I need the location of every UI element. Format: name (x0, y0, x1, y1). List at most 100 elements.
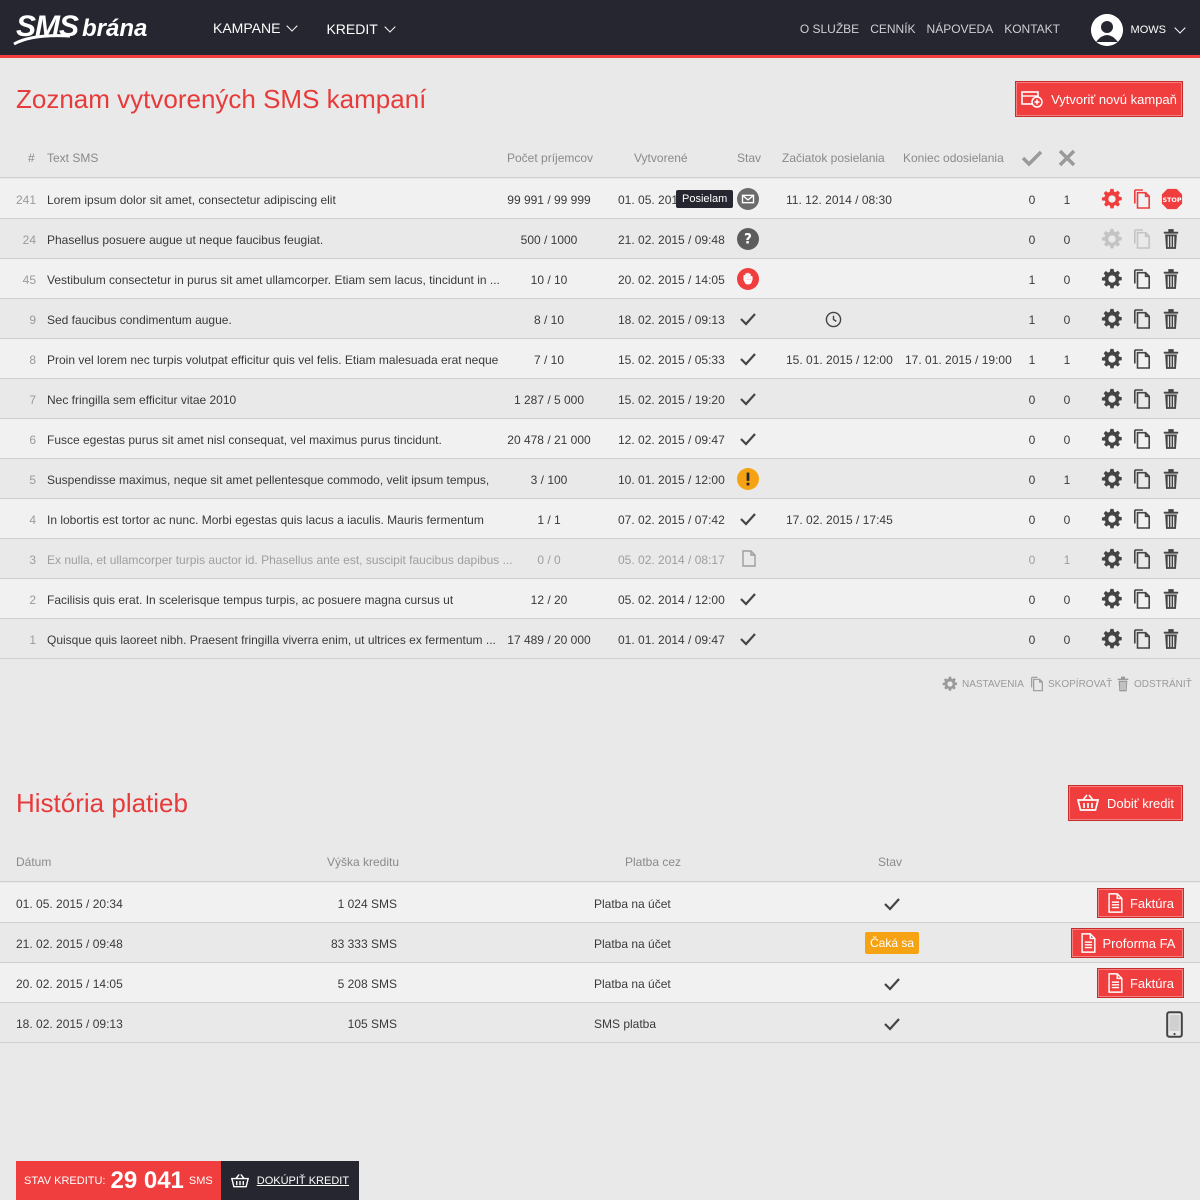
gear-icon[interactable] (1101, 628, 1123, 650)
invoice-button[interactable]: Proforma FA (1071, 928, 1184, 958)
trash-icon[interactable] (1162, 228, 1180, 250)
new-campaign-button[interactable]: Vytvoriť novú kampaň (1015, 81, 1183, 117)
copy-icon[interactable] (1133, 268, 1151, 290)
table-row[interactable]: 3 Ex nulla, et ullamcorper turpis auctor … (0, 539, 1200, 579)
new-campaign-label: Vytvoriť novú kampaň (1051, 91, 1177, 107)
table-row[interactable]: 45 Vestibulum consectetur in purus sit am… (0, 259, 1200, 299)
trash-icon[interactable] (1162, 468, 1180, 490)
credit-label: STAV KREDITU: (24, 1174, 106, 1187)
clock-icon[interactable] (825, 311, 842, 328)
topup-credit-button[interactable]: Dobiť kredit (1068, 785, 1183, 821)
nav-kampane[interactable]: KAMPANE (205, 0, 305, 58)
col-end: Koniec odosielania (903, 151, 1004, 165)
campaign-id: 1 (29, 633, 36, 647)
copy-icon[interactable] (1133, 548, 1151, 570)
table-row[interactable]: 6 Fusce egestas purus sit amet nisl conse… (0, 419, 1200, 459)
trash-icon (1117, 676, 1129, 692)
campaign-text: Lorem ipsum dolor sit amet, consectetur … (47, 193, 336, 207)
chevron-down-icon (1174, 22, 1186, 34)
trash-icon[interactable] (1162, 388, 1180, 410)
user-menu[interactable]: MOWS (1090, 14, 1186, 46)
logo-swoosh-icon (13, 34, 71, 46)
copy-icon[interactable] (1133, 228, 1151, 250)
status-badge: Čaká sa (865, 932, 919, 954)
gear-icon[interactable] (1101, 388, 1123, 410)
check-icon (884, 978, 900, 991)
gear-icon[interactable] (1101, 508, 1123, 530)
table-row[interactable]: 9 Sed faucibus condimentum augue. 8 / 10 18… (0, 299, 1200, 339)
copy-icon[interactable] (1133, 468, 1151, 490)
payments-title: História platieb (16, 788, 188, 818)
campaign-text: Facilisis quis erat. In scelerisque temp… (47, 593, 454, 607)
trash-icon[interactable] (1162, 588, 1180, 610)
copy-icon[interactable] (1133, 388, 1151, 410)
user-name: MOWS (1130, 24, 1166, 36)
link-o-sluzbe[interactable]: O SLUŽBE (800, 22, 859, 36)
gear-icon[interactable] (1101, 268, 1123, 290)
stop-icon[interactable]: STOP (1161, 188, 1183, 210)
table-row[interactable]: 4 In lobortis est tortor ac nunc. Morbi e… (0, 499, 1200, 539)
legend-delete-label: ODSTRÁNIŤ (1134, 678, 1192, 690)
campaign-start: 11. 12. 2014 / 08:30 (786, 193, 892, 207)
buy-credit-label: DOKÚPIŤ KREDIT (256, 1174, 350, 1187)
copy-icon[interactable] (1133, 348, 1151, 370)
delivered-count: 1 (1028, 353, 1036, 367)
buy-credit-link[interactable]: DOKÚPIŤ KREDIT (220, 1161, 360, 1200)
copy-icon[interactable] (1133, 188, 1151, 210)
gear-icon[interactable] (1101, 548, 1123, 570)
gear-icon[interactable] (1101, 228, 1123, 250)
trash-icon[interactable] (1162, 348, 1180, 370)
gear-icon[interactable] (1101, 468, 1123, 490)
nav-kredit[interactable]: KREDIT (318, 0, 401, 58)
campaigns-title: Zoznam vytvorených SMS kampaní (16, 84, 427, 114)
link-kontakt[interactable]: KONTAKT (1004, 22, 1060, 36)
copy-icon[interactable] (1133, 508, 1151, 530)
table-row[interactable]: 7 Nec fringilla sem efficitur vitae 2010 1… (0, 379, 1200, 419)
campaign-created: 20. 02. 2015 / 14:05 (618, 273, 725, 287)
document-icon (1108, 973, 1123, 993)
campaign-id: 24 (22, 233, 36, 247)
gear-icon[interactable] (1101, 348, 1123, 370)
campaign-text: Vestibulum consectetur in purus sit amet… (47, 273, 500, 287)
gear-icon[interactable] (1101, 428, 1123, 450)
gear-icon[interactable] (1101, 588, 1123, 610)
campaign-text: Phasellus posuere augue ut neque faucibu… (47, 233, 324, 247)
copy-icon[interactable] (1133, 588, 1151, 610)
trash-icon[interactable] (1162, 268, 1180, 290)
delivered-check-icon (1021, 150, 1043, 167)
table-row[interactable]: 1 Quisque quis laoreet nibh. Praesent fri… (0, 619, 1200, 659)
payment-amount: 5 208 SMS (337, 977, 397, 991)
gear-icon[interactable] (1101, 188, 1123, 210)
trash-icon[interactable] (1162, 428, 1180, 450)
delivered-count: 0 (1028, 553, 1036, 567)
copy-icon[interactable] (1133, 428, 1151, 450)
document-icon (1108, 893, 1123, 913)
delivered-count: 1 (1028, 273, 1036, 287)
link-napoveda[interactable]: NÁPOVEDA (927, 22, 994, 36)
payment-amount: 1 024 SMS (337, 897, 397, 911)
table-row[interactable]: 24 Phasellus posuere augue ut neque fauci… (0, 219, 1200, 259)
col-amount: Výška kreditu (327, 855, 400, 869)
payment-date: 21. 02. 2015 / 09:48 (16, 937, 123, 951)
link-cennik[interactable]: CENNÍK (870, 22, 915, 36)
table-row[interactable]: 241 Lorem ipsum dolor sit amet, consectet… (0, 179, 1200, 219)
invoice-button[interactable]: Faktúra (1097, 968, 1184, 998)
logo[interactable]: SMS brána (13, 10, 147, 48)
trash-icon[interactable] (1162, 548, 1180, 570)
trash-icon[interactable] (1162, 508, 1180, 530)
col-created: Vytvorené (634, 151, 688, 165)
trash-icon[interactable] (1162, 628, 1180, 650)
delivered-count: 0 (1028, 633, 1036, 647)
copy-icon[interactable] (1133, 308, 1151, 330)
table-row[interactable]: 2 Facilisis quis erat. In scelerisque tem… (0, 579, 1200, 619)
table-row[interactable]: 8 Proin vel lorem nec turpis volutpat eff… (0, 339, 1200, 379)
invoice-button[interactable]: Faktúra (1097, 888, 1184, 918)
table-row[interactable]: 5 Suspendisse maximus, neque sit amet pel… (0, 459, 1200, 499)
chevron-down-icon (384, 21, 396, 33)
payment-date: 20. 02. 2015 / 14:05 (16, 977, 123, 991)
gear-icon[interactable] (1101, 308, 1123, 330)
copy-icon[interactable] (1133, 628, 1151, 650)
trash-icon[interactable] (1162, 308, 1180, 330)
campaigns-table-header: # Text SMS Počet príjemcov Vytvorené Sta… (0, 138, 1200, 178)
campaign-recipients: 99 991 / 99 999 (507, 193, 591, 207)
